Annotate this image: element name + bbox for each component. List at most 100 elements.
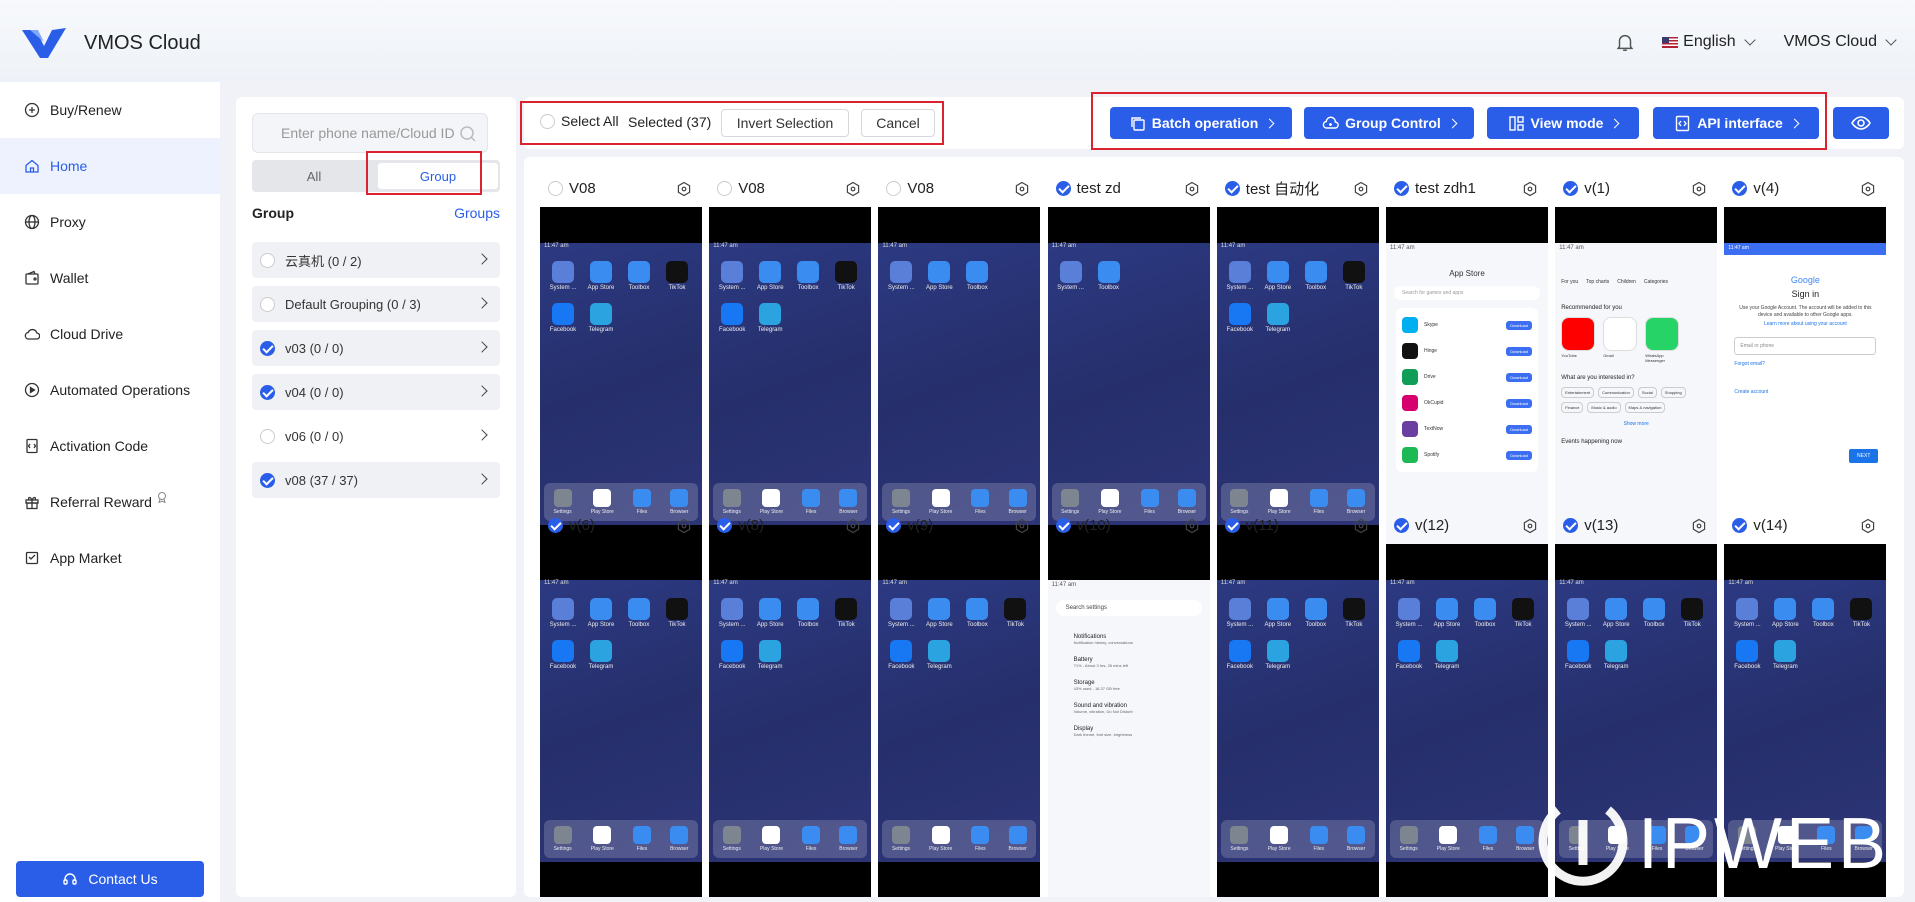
- group-item[interactable]: Default Grouping (0 / 3): [252, 286, 500, 322]
- app-icon[interactable]: Facebook: [1563, 640, 1593, 674]
- app-icon[interactable]: Telegram: [1770, 640, 1800, 674]
- device-checkbox[interactable]: [1224, 180, 1240, 196]
- device-screen[interactable]: 11:47 am System ... App Store Toolbox TikTok…: [878, 544, 1041, 897]
- app-icon[interactable]: Toolbox: [624, 261, 654, 295]
- settings-hex-icon[interactable]: [676, 181, 692, 197]
- visibility-button[interactable]: [1833, 107, 1889, 139]
- dock-app[interactable]: Settings: [1400, 826, 1418, 852]
- device-checkbox[interactable]: [1055, 180, 1071, 196]
- app-icon[interactable]: Facebook: [717, 303, 747, 337]
- app-icon[interactable]: App Store: [755, 598, 785, 632]
- checkbox[interactable]: [260, 384, 275, 400]
- app-icon[interactable]: System ...: [886, 598, 916, 632]
- device-checkbox[interactable]: [1732, 517, 1748, 533]
- sidebar-item-referral-reward[interactable]: Referral Reward: [0, 474, 220, 530]
- app-icon[interactable]: TikTok: [662, 261, 692, 295]
- device-checkbox[interactable]: [1394, 180, 1409, 196]
- app-icon[interactable]: App Store: [586, 598, 616, 632]
- device-card[interactable]: v(12) 11:47 am System ... App Store Toolbox T…: [1386, 506, 1548, 897]
- app-icon[interactable]: System ...: [1732, 598, 1762, 632]
- device-card[interactable]: v(8) 11:47 am System ... App Store Toolbox Ti…: [709, 506, 872, 897]
- settings-hex-icon[interactable]: [845, 181, 861, 197]
- dock-app[interactable]: Play Store: [1437, 826, 1460, 852]
- group-item[interactable]: v04 (0 / 0): [252, 374, 500, 410]
- dock-app[interactable]: Settings: [554, 826, 572, 852]
- app-icon[interactable]: TikTok: [1846, 598, 1876, 632]
- sidebar-item-cloud-drive[interactable]: Cloud Drive: [0, 306, 220, 362]
- sidebar-item-automated-operations[interactable]: Automated Operations: [0, 362, 220, 418]
- device-checkbox[interactable]: [1394, 517, 1409, 533]
- device-checkbox[interactable]: [548, 517, 563, 533]
- app-icon[interactable]: Telegram: [755, 303, 785, 337]
- app-icon[interactable]: Telegram: [1601, 640, 1631, 674]
- app-icon[interactable]: System ...: [548, 261, 578, 295]
- app-icon[interactable]: Toolbox: [624, 598, 654, 632]
- app-icon[interactable]: System ...: [717, 261, 747, 295]
- device-screen[interactable]: 11:47 am System ... App Store Toolbox TikTok…: [540, 544, 702, 897]
- app-icon[interactable]: Toolbox: [962, 598, 992, 632]
- app-icon[interactable]: Telegram: [755, 640, 785, 674]
- app-icon[interactable]: Facebook: [717, 640, 747, 674]
- sidebar-item-proxy[interactable]: Proxy: [0, 194, 220, 250]
- app-icon[interactable]: App Store: [1263, 598, 1293, 632]
- app-icon[interactable]: Facebook: [548, 640, 578, 674]
- app-icon[interactable]: System ...: [886, 261, 916, 295]
- app-icon[interactable]: Telegram: [1263, 303, 1293, 337]
- app-icon[interactable]: TikTok: [1508, 598, 1538, 632]
- group-item[interactable]: v06 (0 / 0): [252, 418, 500, 454]
- settings-hex-icon[interactable]: [1014, 181, 1030, 197]
- search-input[interactable]: Enter phone name/Cloud ID: [252, 113, 488, 153]
- app-icon[interactable]: TikTok: [1339, 598, 1369, 632]
- device-checkbox[interactable]: [1563, 517, 1579, 533]
- app-icon[interactable]: Facebook: [1732, 640, 1762, 674]
- checkbox[interactable]: [260, 428, 275, 444]
- app-icon[interactable]: Telegram: [586, 640, 616, 674]
- list-item[interactable]: Spotify Download: [1402, 442, 1532, 468]
- list-item[interactable]: Hinge Download: [1402, 338, 1532, 364]
- app-icon[interactable]: Toolbox: [1301, 598, 1331, 632]
- app-icon[interactable]: App Store: [1770, 598, 1800, 632]
- dock-app[interactable]: Settings: [1230, 826, 1248, 852]
- app-icon[interactable]: App Store: [1432, 598, 1462, 632]
- logo[interactable]: VMOS Cloud: [22, 26, 201, 60]
- app-icon[interactable]: Facebook: [886, 640, 916, 674]
- device-checkbox[interactable]: [1224, 517, 1240, 533]
- device-card[interactable]: v(9) 11:47 am System ... App Store Toolbox Ti…: [878, 506, 1041, 897]
- dock-app[interactable]: Play Store: [1268, 826, 1291, 852]
- dock-app[interactable]: Browser: [670, 826, 688, 852]
- app-icon[interactable]: Telegram: [1263, 640, 1293, 674]
- app-icon[interactable]: App Store: [924, 598, 954, 632]
- device-checkbox[interactable]: [548, 180, 563, 196]
- app-icon[interactable]: TikTok: [662, 598, 692, 632]
- groups-link[interactable]: Groups: [454, 205, 500, 221]
- app-icon[interactable]: Toolbox: [793, 598, 823, 632]
- checkbox[interactable]: [260, 340, 275, 356]
- sidebar-item-activation-code[interactable]: Activation Code: [0, 418, 220, 474]
- device-checkbox[interactable]: [1055, 517, 1071, 533]
- search-icon[interactable]: [459, 125, 477, 143]
- settings-hex-icon[interactable]: [1014, 518, 1030, 534]
- settings-hex-icon[interactable]: [1860, 181, 1876, 197]
- device-screen[interactable]: 11:47 am System ... App Store Toolbox TikTok…: [1386, 544, 1548, 897]
- app-icon[interactable]: TikTok: [831, 598, 861, 632]
- list-item[interactable]: Battery 71% - About 3 hrs, 26 mins left: [1074, 657, 1202, 668]
- settings-hex-icon[interactable]: [1353, 518, 1369, 534]
- dock-app[interactable]: Files: [632, 826, 651, 852]
- settings-hex-icon[interactable]: [676, 518, 692, 534]
- dock-app[interactable]: Play Store: [929, 826, 952, 852]
- sidebar-item-buy-renew[interactable]: Buy/Renew: [0, 82, 220, 138]
- settings-hex-icon[interactable]: [1184, 518, 1200, 534]
- list-item[interactable]: Skype Download: [1402, 312, 1532, 338]
- contact-us-button[interactable]: Contact Us: [16, 861, 204, 897]
- app-icon[interactable]: Telegram: [586, 303, 616, 337]
- settings-hex-icon[interactable]: [845, 518, 861, 534]
- app-icon[interactable]: Telegram: [1432, 640, 1462, 674]
- device-card[interactable]: v(11) 11:47 am System ... App Store Toolbox T…: [1216, 506, 1379, 897]
- app-icon[interactable]: Facebook: [548, 303, 578, 337]
- dock-app[interactable]: Browser: [1008, 826, 1027, 852]
- settings-hex-icon[interactable]: [1691, 181, 1707, 197]
- checkbox[interactable]: [260, 252, 275, 268]
- device-screen[interactable]: 11:47 am System ... App Store Toolbox TikTok…: [709, 544, 872, 897]
- app-icon[interactable]: System ...: [1225, 598, 1255, 632]
- list-item[interactable]: Notifications Notification history, conve…: [1074, 634, 1202, 645]
